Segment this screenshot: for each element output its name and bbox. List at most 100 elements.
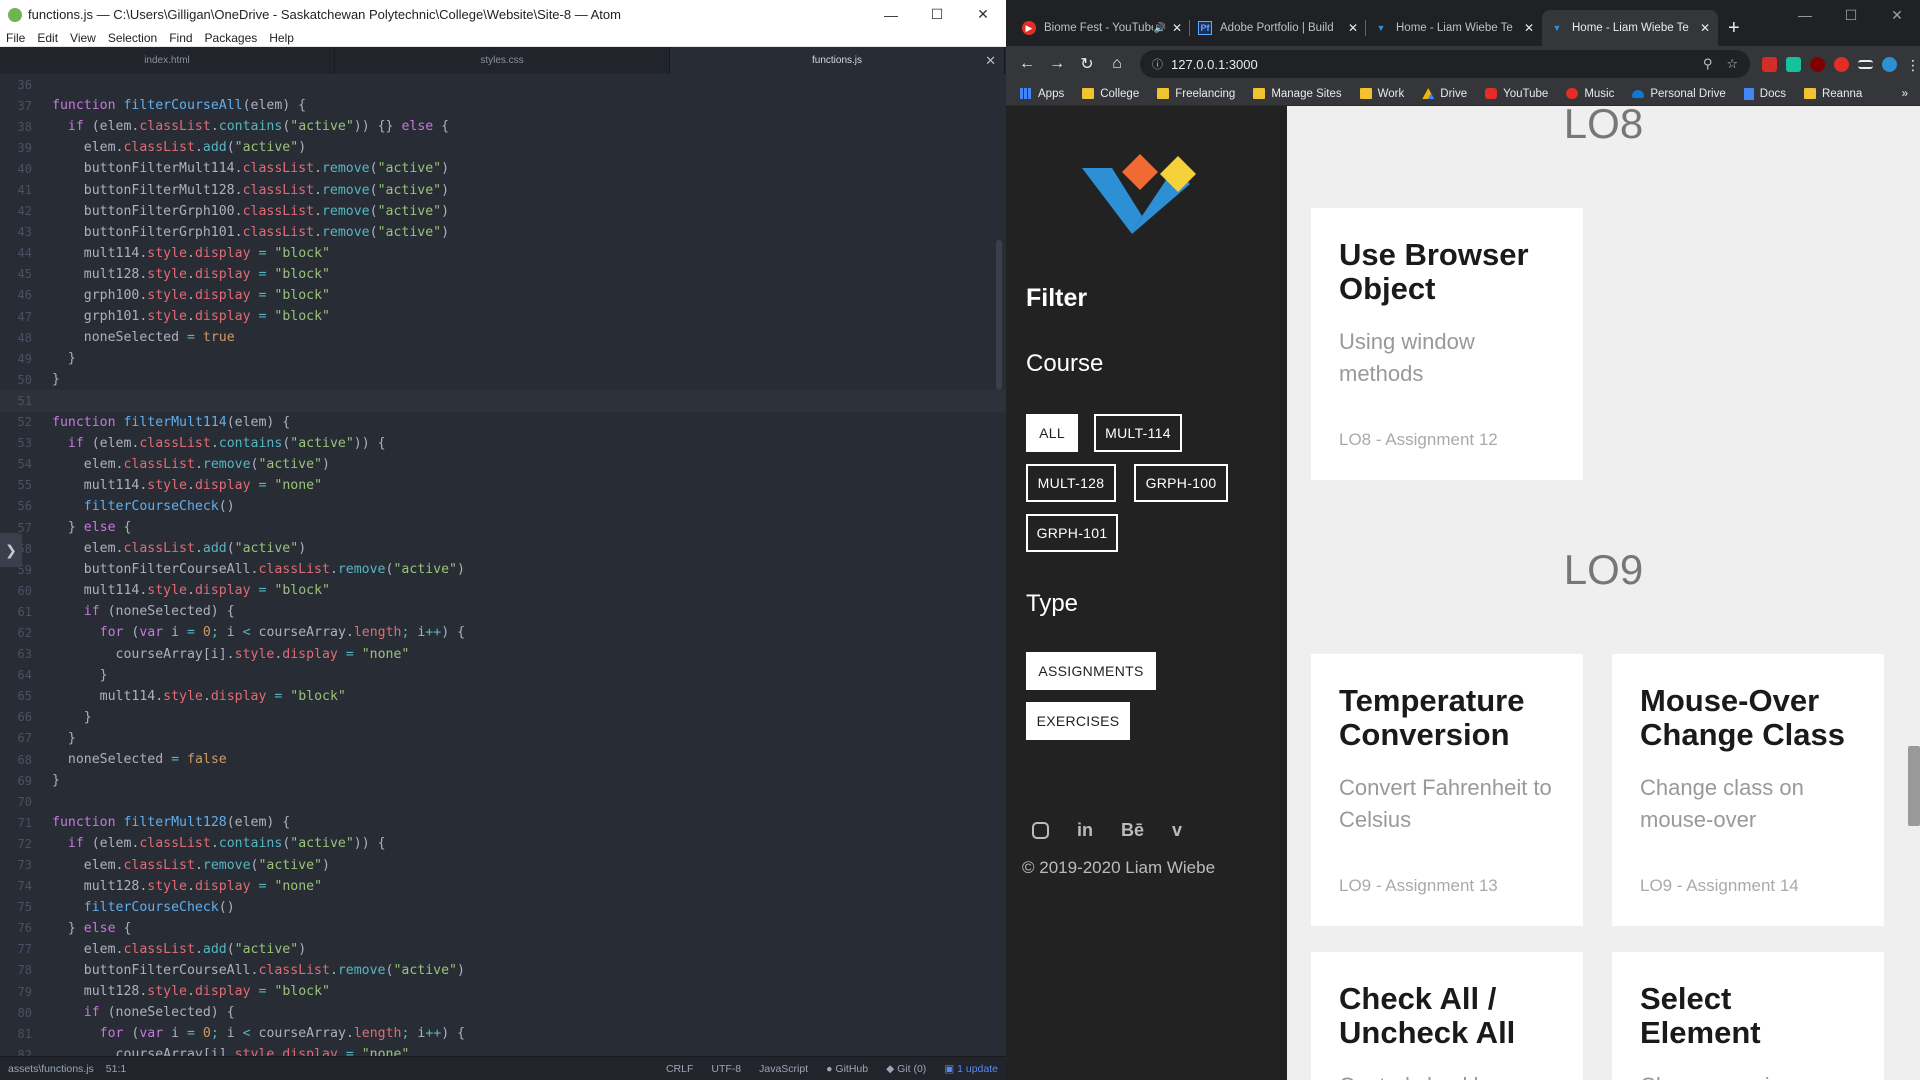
status-line-ending[interactable]: CRLF bbox=[666, 1063, 693, 1075]
code-line[interactable]: 53 if (elem.classList.contains("active")… bbox=[0, 433, 1006, 454]
code-editor[interactable]: 36 37 function filterCourseAll(elem) {38 i… bbox=[0, 74, 1006, 1056]
close-tab-icon[interactable]: ✕ bbox=[1172, 21, 1182, 35]
address-bar[interactable]: ⓘ 127.0.0.1:3000 ⚲ ☆ bbox=[1140, 50, 1750, 78]
back-icon[interactable]: ← bbox=[1012, 55, 1042, 73]
extension-lastpass-icon[interactable] bbox=[1762, 56, 1777, 72]
tab-styles-css[interactable]: styles.css bbox=[335, 47, 670, 74]
bookmark-youtube[interactable]: YouTube bbox=[1485, 88, 1548, 100]
project-card[interactable]: Temperature Conversion Convert Fahrenhei… bbox=[1311, 654, 1583, 926]
code-line[interactable]: 63 courseArray[i].style.display = "none" bbox=[0, 644, 1006, 665]
code-line[interactable]: 52 function filterMult114(elem) { bbox=[0, 412, 1006, 433]
home-icon[interactable]: ⌂ bbox=[1102, 55, 1132, 73]
maximize-icon[interactable]: ☐ bbox=[914, 0, 960, 29]
maximize-icon[interactable]: ☐ bbox=[1828, 0, 1874, 30]
chrome-tab-adobe[interactable]: Pf Adobe Portfolio | Build ✕ bbox=[1190, 10, 1366, 46]
code-line[interactable]: 80 if (noneSelected) { bbox=[0, 1002, 1006, 1023]
code-line[interactable]: 64 } bbox=[0, 665, 1006, 686]
code-line[interactable]: 62 for (var i = 0; i < courseArray.lengt… bbox=[0, 622, 1006, 643]
code-line[interactable]: 49 } bbox=[0, 348, 1006, 369]
code-line[interactable]: 57 } else { bbox=[0, 517, 1006, 538]
code-line[interactable]: 44 mult114.style.display = "block" bbox=[0, 243, 1006, 264]
bookmark-docs[interactable]: Docs bbox=[1743, 87, 1786, 100]
behance-icon[interactable]: Bē bbox=[1121, 820, 1144, 841]
menu-packages[interactable]: Packages bbox=[205, 31, 258, 45]
code-line[interactable]: 65 mult114.style.display = "block" bbox=[0, 686, 1006, 707]
editor-scrollbar[interactable] bbox=[996, 240, 1002, 390]
code-line[interactable]: 47 grph101.style.display = "block" bbox=[0, 306, 1006, 327]
extension-ublock-icon[interactable] bbox=[1810, 56, 1825, 72]
menu-kebab-icon[interactable]: ⋮ bbox=[1906, 57, 1920, 73]
close-tab-icon[interactable]: ✕ bbox=[985, 53, 996, 69]
reading-list-icon[interactable] bbox=[1858, 59, 1873, 69]
code-line[interactable]: 40 buttonFilterMult114.classList.remove(… bbox=[0, 158, 1006, 179]
bookmark-personal-drive[interactable]: Personal Drive bbox=[1632, 88, 1726, 100]
bookmark-college[interactable]: College bbox=[1082, 88, 1139, 100]
code-line[interactable]: 50} bbox=[0, 369, 1006, 390]
menu-edit[interactable]: Edit bbox=[37, 31, 58, 45]
code-line[interactable]: 60 mult114.style.display = "block" bbox=[0, 580, 1006, 601]
status-file-path[interactable]: assets\functions.js bbox=[8, 1063, 94, 1075]
profile-avatar-icon[interactable] bbox=[1882, 56, 1897, 72]
linkedin-icon[interactable]: in bbox=[1077, 820, 1093, 841]
status-encoding[interactable]: UTF-8 bbox=[711, 1063, 741, 1075]
code-line[interactable]: 75 filterCourseCheck() bbox=[0, 897, 1006, 918]
bookmark-reanna[interactable]: Reanna bbox=[1803, 88, 1862, 100]
code-line[interactable]: 67 } bbox=[0, 728, 1006, 749]
code-line[interactable]: 76 } else { bbox=[0, 918, 1006, 939]
menu-help[interactable]: Help bbox=[269, 31, 294, 45]
project-card[interactable]: Mouse-Over Change Class Change class on … bbox=[1612, 654, 1884, 926]
chrome-tab-youtube[interactable]: ▶ Biome Fest - YouTube 🔊 ✕ bbox=[1014, 10, 1190, 46]
tab-functions-js[interactable]: functions.js ✕ bbox=[670, 47, 1005, 74]
code-line[interactable]: 59 buttonFilterCourseAll.classList.remov… bbox=[0, 559, 1006, 580]
new-tab-icon[interactable]: + bbox=[1728, 10, 1740, 46]
code-line[interactable]: 78 buttonFilterCourseAll.classList.remov… bbox=[0, 960, 1006, 981]
bookmarks-overflow-icon[interactable]: » bbox=[1902, 88, 1908, 100]
status-git[interactable]: ◆ Git (0) bbox=[886, 1063, 926, 1075]
vimeo-icon[interactable]: v bbox=[1172, 820, 1182, 841]
code-line[interactable]: 43 buttonFilterGrph101.classList.remove(… bbox=[0, 222, 1006, 243]
close-tab-icon[interactable]: ✕ bbox=[1348, 21, 1358, 35]
chrome-tab-home-2[interactable]: ▼ Home - Liam Wiebe Te ✕ bbox=[1542, 10, 1718, 46]
code-line[interactable]: 38 if (elem.classList.contains("active")… bbox=[0, 116, 1006, 137]
code-line[interactable]: 82 courseArray[i].style.display = "none" bbox=[0, 1044, 1006, 1056]
code-line[interactable]: 54 elem.classList.remove("active") bbox=[0, 454, 1006, 475]
tab-index-html[interactable]: index.html bbox=[0, 47, 335, 74]
status-grammar[interactable]: JavaScript bbox=[759, 1063, 808, 1075]
status-github[interactable]: ● GitHub bbox=[826, 1063, 868, 1075]
close-icon[interactable]: ✕ bbox=[960, 0, 1006, 29]
chrome-tab-home-1[interactable]: ▼ Home - Liam Wiebe Te ✕ bbox=[1366, 10, 1542, 46]
code-line[interactable]: 37 function filterCourseAll(elem) { bbox=[0, 95, 1006, 116]
reload-icon[interactable]: ↻ bbox=[1072, 54, 1102, 74]
info-icon[interactable]: ⓘ bbox=[1152, 56, 1163, 72]
code-line[interactable]: 66 } bbox=[0, 707, 1006, 728]
code-line[interactable]: 73 elem.classList.remove("active") bbox=[0, 854, 1006, 875]
filter-mult114-button[interactable]: MULT-114 bbox=[1094, 414, 1182, 452]
status-update[interactable]: ▣ 1 update bbox=[944, 1063, 998, 1075]
project-card[interactable]: Check All / Uncheck All Control checkbox… bbox=[1311, 952, 1583, 1080]
close-tab-icon[interactable]: ✕ bbox=[1700, 21, 1710, 35]
code-line[interactable]: 41 buttonFilterMult128.classList.remove(… bbox=[0, 179, 1006, 200]
instagram-icon[interactable] bbox=[1032, 822, 1049, 839]
bookmark-music[interactable]: Music bbox=[1566, 88, 1614, 100]
menu-find[interactable]: Find bbox=[169, 31, 192, 45]
code-line[interactable]: 70 bbox=[0, 791, 1006, 812]
bookmark-freelancing[interactable]: Freelancing bbox=[1157, 88, 1235, 100]
extension-grammarly-icon[interactable] bbox=[1786, 56, 1801, 72]
star-icon[interactable]: ☆ bbox=[1726, 56, 1738, 72]
code-line[interactable]: 77 elem.classList.add("active") bbox=[0, 939, 1006, 960]
code-line[interactable]: 48 noneSelected = true bbox=[0, 327, 1006, 348]
bookmark-work[interactable]: Work bbox=[1359, 88, 1404, 100]
zoom-icon[interactable]: ⚲ bbox=[1703, 56, 1713, 72]
code-line[interactable]: 51 bbox=[0, 390, 1006, 412]
filter-exercises-button[interactable]: EXERCISES bbox=[1026, 702, 1130, 740]
code-line[interactable]: 42 buttonFilterGrph100.classList.remove(… bbox=[0, 201, 1006, 222]
page-scrollbar[interactable] bbox=[1908, 746, 1920, 826]
code-line[interactable]: 56 filterCourseCheck() bbox=[0, 496, 1006, 517]
code-line[interactable]: 74 mult128.style.display = "none" bbox=[0, 876, 1006, 897]
code-line[interactable]: 46 grph100.style.display = "block" bbox=[0, 285, 1006, 306]
filter-all-button[interactable]: ALL bbox=[1026, 414, 1078, 452]
code-line[interactable]: 55 mult114.style.display = "none" bbox=[0, 475, 1006, 496]
close-icon[interactable]: ✕ bbox=[1874, 0, 1920, 30]
code-line[interactable]: 36 bbox=[0, 74, 1006, 95]
project-card[interactable]: Use Browser Object Using window methods … bbox=[1311, 208, 1583, 480]
